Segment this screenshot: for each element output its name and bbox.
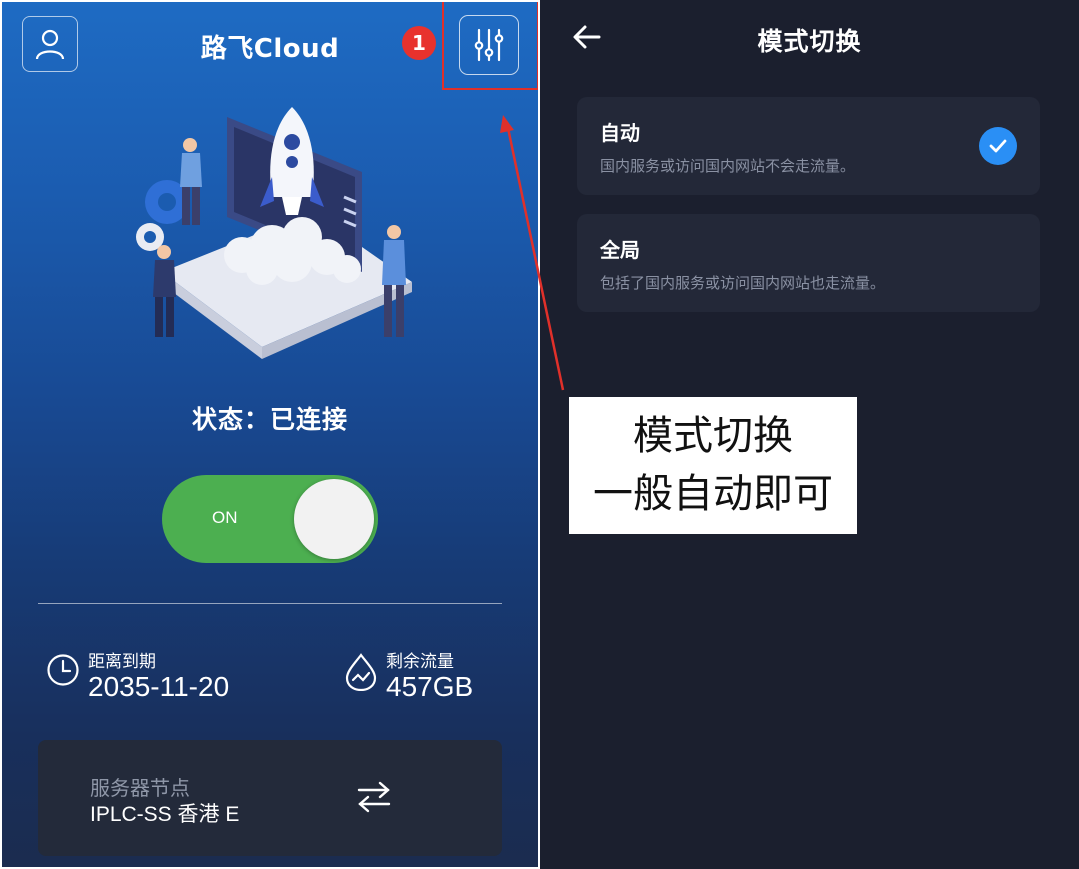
expiry-value: 2035-11-20 [88,671,230,702]
status-value: 已连接 [270,405,349,434]
clock-icon [47,654,79,686]
divider [38,603,502,604]
node-label: 服务器节点 [90,776,190,800]
home-screen: 路飞Cloud 1 状态：已连接 ON 距离到期 2035-11-20 剩余流量… [2,2,538,867]
option-title: 全局 [600,238,640,262]
status-label: 状态 [191,405,244,434]
user-icon [35,29,65,60]
callout-line-1: 模式切换 [633,413,793,459]
expiry-stat: 距离到期 2035-11-20 [46,647,246,707]
app-title: 路飞Cloud [200,34,340,64]
expiry-label: 距离到期 [88,652,156,672]
mode-option-global[interactable]: 全局 包括了国内服务或访问国内网站也走流量。 [577,214,1040,312]
traffic-label: 剩余流量 [386,652,454,672]
mode-option-auto[interactable]: 自动 国内服务或访问国内网站不会走流量。 [577,97,1040,195]
status-separator: ： [243,405,270,434]
step-badge: 1 [402,26,436,60]
toggle-label: ON [212,508,238,527]
server-node-card[interactable]: 服务器节点 IPLC-SS 香港 E [38,740,502,856]
node-name: IPLC-SS 香港 E [90,803,240,826]
rocket-launch-illustration [136,107,412,359]
connection-status: 状态：已连接 [2,400,538,436]
vpn-toggle[interactable]: ON [162,475,378,563]
option-description: 国内服务或访问国内网站不会走流量。 [600,157,856,175]
traffic-icon [345,653,377,691]
option-title: 自动 [600,121,640,145]
toggle-knob[interactable] [294,479,374,559]
swap-icon[interactable] [356,780,392,814]
annotation-callout: 模式切换 一般自动即可 [569,397,857,534]
callout-line-2: 一般自动即可 [593,471,833,517]
sliders-icon [474,28,504,62]
traffic-value: 457GB [386,671,474,702]
traffic-stat: 剩余流量 457GB [344,647,504,707]
selected-check-icon [979,127,1017,165]
profile-button[interactable] [22,16,78,72]
mode-settings-button[interactable] [459,15,519,75]
option-description: 包括了国内服务或访问国内网站也走流量。 [600,274,886,292]
page-title: 模式切换 [757,27,862,56]
